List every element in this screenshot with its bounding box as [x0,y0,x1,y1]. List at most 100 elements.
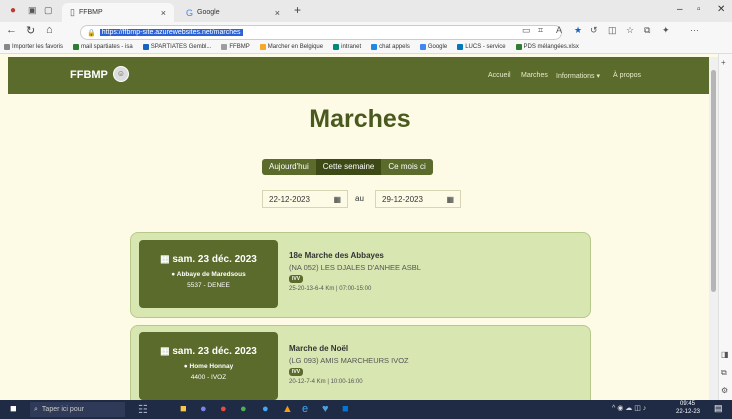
split-screen-icon[interactable]: ◫ [608,25,617,36]
date-from-field[interactable]: 22-12-2023 ▦ [262,190,348,208]
favorite-link[interactable]: Google [419,43,447,50]
favorite-link[interactable]: intranet [333,43,362,50]
tab-label: FFBMP [78,9,103,16]
favorite-link[interactable]: Importer les favoris [4,43,63,50]
card-date: ▦ sam. 23 déc. 2023 [160,346,257,357]
app-available-icon[interactable]: ▭ [522,25,531,36]
card-title[interactable]: Marche de Noël [289,344,348,353]
date-to-value: 29-12-2023 [382,194,423,204]
sidebar-external-icon[interactable]: ⧉ [721,368,727,378]
minimize-icon[interactable]: – [677,4,683,15]
page-title: Marches [309,105,411,133]
favorite-label: LUCS - service [465,43,506,50]
favorite-link[interactable]: SPARTIATES Gembl... [142,43,212,50]
nav-marches[interactable]: Marches [521,72,548,79]
windows-start-icon[interactable]: ■ [10,403,17,415]
refresh-circle-icon[interactable]: ↺ [590,25,598,36]
favorite-link[interactable]: mail spartiates - isa [73,43,133,50]
clock-date[interactable]: 22-12-23 [676,409,700,415]
card-place: ● Abbaye de Maredsous [171,271,246,278]
date-to-field[interactable]: 29-12-2023 ▦ [375,190,461,208]
url-bar[interactable]: 🔒 https://ffbmp-site.azurewebsites.net/m… [80,25,562,40]
app4-icon[interactable]: ♥ [322,403,329,415]
url-text: https://ffbmp-site.azurewebsites.net/mar… [99,29,243,36]
calendar-icon[interactable]: ▦ [446,195,454,204]
favicon-icon [419,43,426,50]
taskbar-search[interactable]: ⌕ Taper ici pour [30,402,125,417]
favicon-icon [259,43,266,50]
favicon-icon [221,43,228,50]
nav-accueil[interactable]: Accueil [488,72,511,79]
close-window-icon[interactable]: ✕ [717,4,725,15]
home-icon[interactable]: ⌂ [46,24,53,36]
favicon-icon [515,43,522,50]
chrome-icon[interactable]: ● [240,403,247,415]
card-badge: IVV [289,275,304,283]
sidebar-add-icon[interactable]: + [721,58,726,67]
filter-this-week[interactable]: Cette semaine [315,159,382,175]
favorites-bar: Importer les favoris mail spartiates - is… [0,40,732,54]
scrollbar-thumb[interactable] [711,70,716,292]
teams-icon[interactable]: ● [200,403,207,415]
sidebar-panel-icon[interactable]: ◨ [721,350,729,359]
card-place: ● Home Honnay [183,363,234,370]
favorite-label: FFBMP [229,43,250,50]
notification-icon[interactable]: ▤ [714,403,723,414]
card-zip: 5537 - DENEE [187,282,230,289]
more-icon[interactable]: ··· [690,25,699,35]
favorite-link[interactable]: PDS mélangées.xlsx [515,43,579,50]
tab-label: Google [197,9,220,16]
sidebar-settings-icon[interactable]: ⚙ [721,386,728,395]
google-icon: G [186,7,194,18]
nav-a-propos[interactable]: À propos [613,72,641,79]
favorite-link[interactable]: LUCS - service [457,43,506,50]
tab-ffbmp[interactable]: ▯ FFBMP × [62,3,174,22]
filter-today[interactable]: Aujourd'hui [262,159,316,175]
card-date-block: ▦ sam. 23 déc. 2023 ● Home Honnay 4400 -… [139,332,278,400]
extensions-icon[interactable]: ✦ [662,25,670,36]
favicon-icon [4,43,10,50]
filter-this-month[interactable]: Ce mois ci [381,159,432,175]
card-date-block: ▦ sam. 23 déc. 2023 ● Abbaye de Maredsou… [139,240,278,308]
card-organizer: (NA 052) LES DJALES D'ANHEE ASBL [289,263,421,272]
task-view-icon[interactable]: ☷ [138,403,148,416]
favicon-icon [73,43,80,50]
edge-icon[interactable]: e [302,403,308,415]
date-from-value: 22-12-2023 [269,194,310,204]
system-tray[interactable]: ^ ◉ ☁ ◫ ♪ [612,404,646,412]
date-separator: au [355,194,364,203]
read-aloud-icon[interactable]: A [556,25,562,35]
collections-btn-icon[interactable]: ⧉ [644,25,650,36]
favorites-icon[interactable]: ☆ [626,25,634,36]
favorite-link[interactable]: Marcher en Belgique [259,43,323,50]
profile-icon[interactable]: ● [10,5,16,16]
back-icon[interactable]: ← [6,24,17,36]
page-icon: ▯ [70,7,75,17]
file-explorer-icon[interactable]: ■ [180,403,187,415]
favorite-link[interactable]: chat appels [371,43,410,50]
card-title[interactable]: 18e Marche des Abbayes [289,251,384,260]
maximize-icon[interactable]: ▫ [697,4,701,15]
close-icon[interactable]: × [275,8,280,18]
app-icon[interactable]: ● [220,403,227,415]
tab-actions-icon[interactable]: ▢ [44,5,53,16]
grid-icon[interactable]: ⌗ [538,25,543,36]
nav-informations[interactable]: Informations ▾ [556,72,600,80]
collections-icon[interactable]: ▣ [28,5,37,16]
tab-google[interactable]: G Google × [178,3,288,22]
app2-icon[interactable]: ● [262,403,269,415]
app5-icon[interactable]: ■ [342,403,349,415]
favorite-label: SPARTIATES Gembl... [150,43,212,50]
clock-time[interactable]: 09:45 [680,401,695,407]
favorite-link[interactable]: FFBMP [221,43,250,50]
search-placeholder: Taper ici pour [41,406,84,413]
calendar-icon[interactable]: ▦ [333,195,341,204]
favorite-label: intranet [341,43,362,50]
refresh-icon[interactable]: ↻ [26,24,35,37]
site-brand[interactable]: FFBMP [70,69,108,81]
new-tab-button[interactable]: + [294,3,301,17]
search-icon: ⌕ [34,405,38,413]
favorite-star-icon[interactable]: ★ [574,25,582,36]
app3-icon[interactable]: ▲ [282,403,293,415]
close-icon[interactable]: × [161,8,166,18]
